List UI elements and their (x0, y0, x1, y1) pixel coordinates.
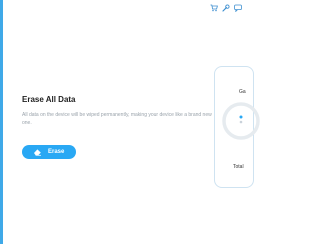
chat-icon[interactable] (234, 4, 242, 12)
left-accent-bar (0, 0, 3, 244)
device-preview: Ga Total (214, 66, 260, 188)
wrench-icon[interactable] (222, 4, 230, 12)
eraser-icon (33, 148, 42, 156)
storage-gauge (222, 102, 260, 140)
page-title: Erase All Data (22, 95, 76, 104)
erase-description: All data on the device will be wiped per… (22, 112, 212, 126)
gauge-dot-primary (239, 115, 243, 119)
device-label-bottom: Total (233, 164, 244, 170)
erase-button[interactable]: Erase (22, 145, 76, 159)
gauge-dot-secondary (239, 120, 243, 124)
cart-icon[interactable] (210, 4, 218, 12)
device-label-top: Ga (239, 89, 246, 95)
erase-button-label: Erase (48, 149, 65, 155)
